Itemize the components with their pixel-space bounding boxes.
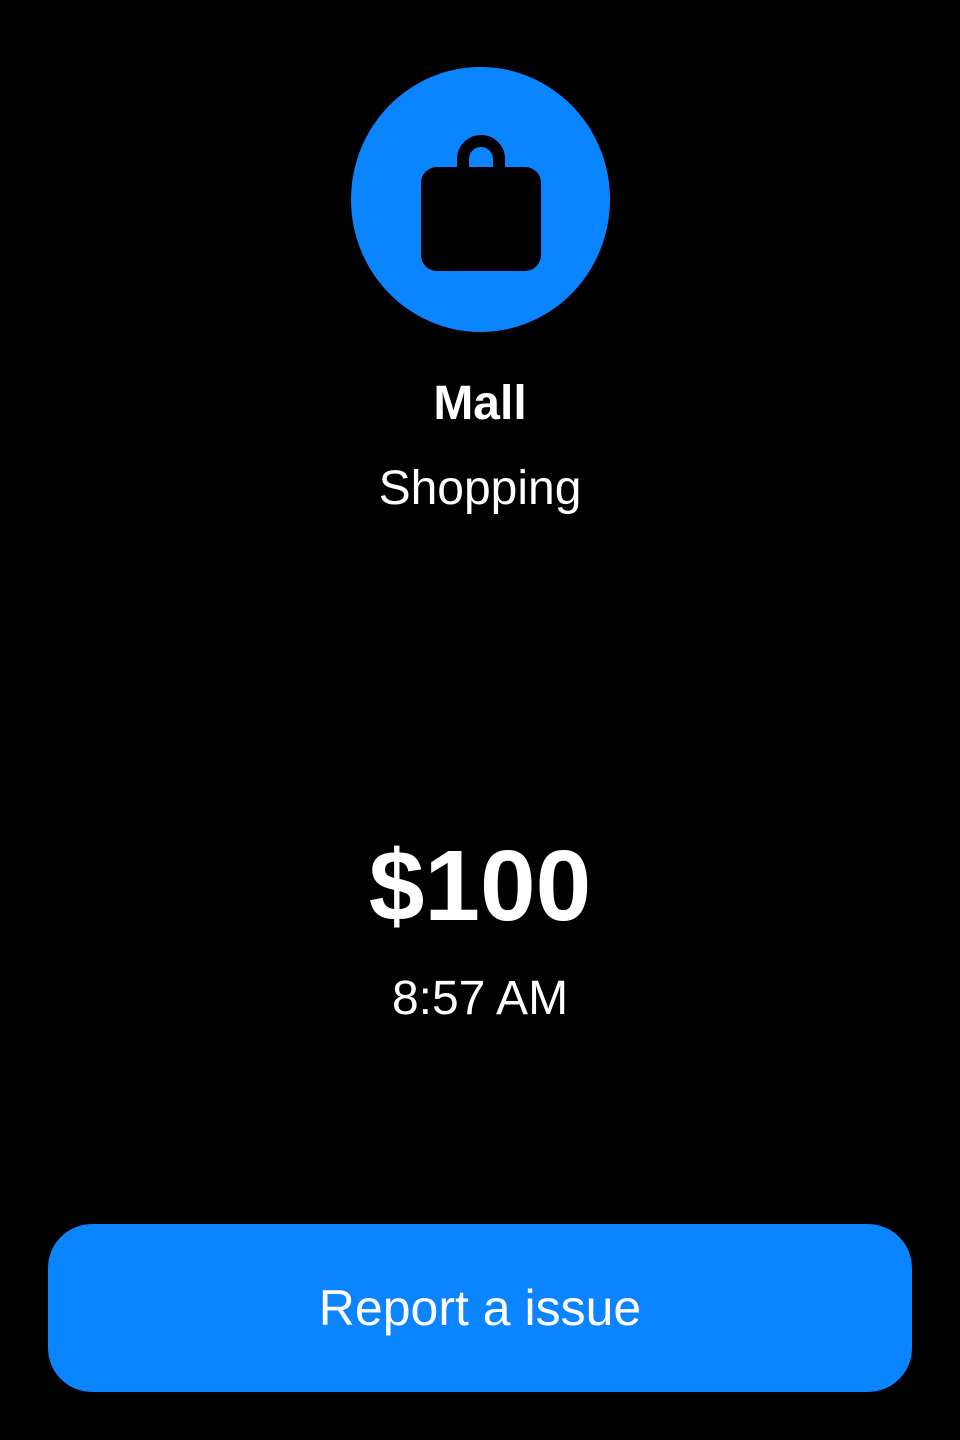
category-label: Shopping xyxy=(378,462,582,515)
category-icon-badge xyxy=(351,67,610,332)
transaction-amount: $100 xyxy=(368,830,592,942)
shopping-bag-icon xyxy=(420,134,541,271)
report-issue-button[interactable]: Report a issue xyxy=(48,1224,912,1392)
merchant-name: Mall xyxy=(433,377,527,430)
transaction-time: 8:57 AM xyxy=(391,972,569,1025)
